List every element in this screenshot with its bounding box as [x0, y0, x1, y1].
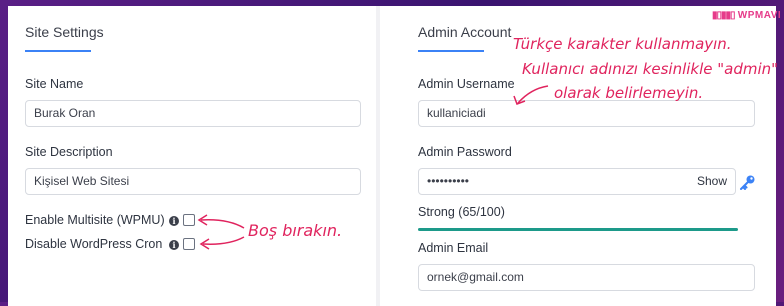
username-arrow — [517, 85, 549, 104]
annotation-arrows — [197, 85, 549, 250]
cron-arrow — [202, 236, 245, 245]
multisite-arrow — [200, 219, 245, 229]
